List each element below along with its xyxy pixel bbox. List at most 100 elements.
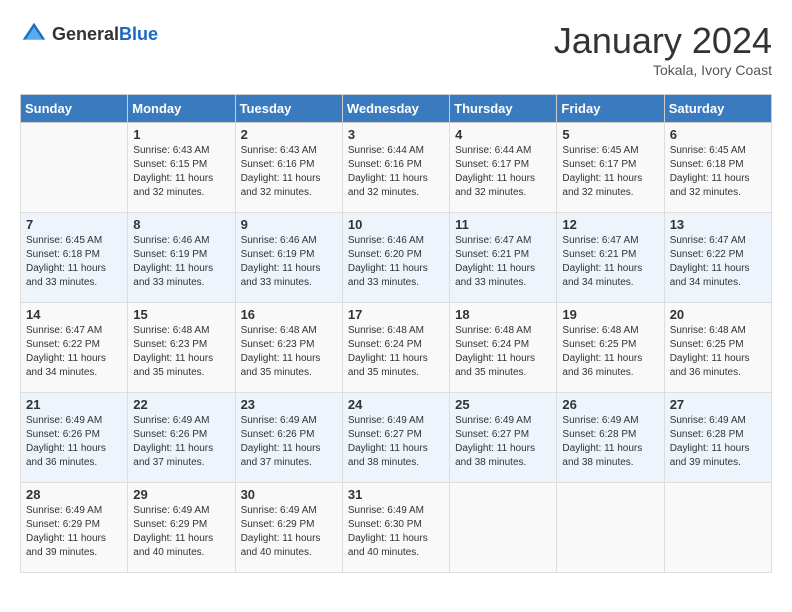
- calendar-cell: 23Sunrise: 6:49 AMSunset: 6:26 PMDayligh…: [235, 393, 342, 483]
- calendar-cell: 3Sunrise: 6:44 AMSunset: 6:16 PMDaylight…: [342, 123, 449, 213]
- calendar-cell: [557, 483, 664, 573]
- day-info: Sunrise: 6:48 AMSunset: 6:25 PMDaylight:…: [562, 324, 658, 380]
- calendar-cell: 14 Sunrise: 6:47 AMSunset: 6:22 PMDayligh…: [21, 303, 128, 393]
- day-number: 31: [348, 487, 444, 502]
- logo-icon: [20, 20, 48, 48]
- day-number: 26: [562, 397, 658, 412]
- calendar-cell: 10 Sunrise: 6:46 AMSunset: 6:20 PMDayligh…: [342, 213, 449, 303]
- day-info: Sunrise: 6:47 AMSunset: 6:21 PMDaylight:…: [562, 234, 658, 290]
- day-info: Sunrise: 6:49 AMSunset: 6:29 PMDaylight:…: [241, 504, 337, 560]
- header-day-sunday: Sunday: [21, 95, 128, 123]
- day-number: 25: [455, 397, 551, 412]
- day-info: Sunrise: 6:45 AMSunset: 6:17 PMDaylight:…: [562, 144, 658, 200]
- day-info: Sunrise: 6:46 AMSunset: 6:20 PMDaylight:…: [348, 234, 444, 290]
- calendar-cell: [664, 483, 771, 573]
- month-title: January 2024: [554, 20, 772, 62]
- calendar-cell: 11 Sunrise: 6:47 AMSunset: 6:21 PMDayligh…: [450, 213, 557, 303]
- calendar-week-3: 14 Sunrise: 6:47 AMSunset: 6:22 PMDayligh…: [21, 303, 772, 393]
- day-info: Sunrise: 6:49 AMSunset: 6:26 PMDaylight:…: [241, 414, 337, 470]
- calendar-cell: 16 Sunrise: 6:48 AMSunset: 6:23 PMDayligh…: [235, 303, 342, 393]
- location-subtitle: Tokala, Ivory Coast: [554, 62, 772, 78]
- day-number: 12: [562, 217, 658, 232]
- day-info: Sunrise: 6:49 AMSunset: 6:30 PMDaylight:…: [348, 504, 444, 560]
- day-info: Sunrise: 6:48 AMSunset: 6:23 PMDaylight:…: [241, 324, 337, 380]
- day-number: 19: [562, 307, 658, 322]
- calendar-week-1: 1 Sunrise: 6:43 AMSunset: 6:15 PMDaylight…: [21, 123, 772, 213]
- calendar-cell: 7 Sunrise: 6:45 AMSunset: 6:18 PMDaylight…: [21, 213, 128, 303]
- day-info: Sunrise: 6:44 AMSunset: 6:17 PMDaylight:…: [455, 144, 551, 200]
- calendar-week-2: 7 Sunrise: 6:45 AMSunset: 6:18 PMDaylight…: [21, 213, 772, 303]
- day-number: 1: [133, 127, 229, 142]
- day-number: 11: [455, 217, 551, 232]
- day-number: 7: [26, 217, 122, 232]
- day-info: Sunrise: 6:47 AMSunset: 6:21 PMDaylight:…: [455, 234, 551, 290]
- header-day-tuesday: Tuesday: [235, 95, 342, 123]
- day-info: Sunrise: 6:49 AMSunset: 6:28 PMDaylight:…: [562, 414, 658, 470]
- calendar-cell: 1 Sunrise: 6:43 AMSunset: 6:15 PMDaylight…: [128, 123, 235, 213]
- calendar-cell: 26 Sunrise: 6:49 AMSunset: 6:28 PMDayligh…: [557, 393, 664, 483]
- calendar-cell: 4 Sunrise: 6:44 AMSunset: 6:17 PMDaylight…: [450, 123, 557, 213]
- day-info: Sunrise: 6:45 AMSunset: 6:18 PMDaylight:…: [26, 234, 122, 290]
- day-number: 8: [133, 217, 229, 232]
- calendar-cell: 20 Sunrise: 6:48 AMSunset: 6:25 PMDayligh…: [664, 303, 771, 393]
- day-number: 10: [348, 217, 444, 232]
- calendar-cell: 8 Sunrise: 6:46 AMSunset: 6:19 PMDaylight…: [128, 213, 235, 303]
- calendar-cell: 27 Sunrise: 6:49 AMSunset: 6:28 PMDayligh…: [664, 393, 771, 483]
- day-number: 30: [241, 487, 337, 502]
- day-number: 4: [455, 127, 551, 142]
- day-number: 14: [26, 307, 122, 322]
- calendar-week-5: 28Sunrise: 6:49 AMSunset: 6:29 PMDayligh…: [21, 483, 772, 573]
- day-info: Sunrise: 6:49 AMSunset: 6:27 PMDaylight:…: [348, 414, 444, 470]
- day-number: 9: [241, 217, 337, 232]
- calendar-cell: 9 Sunrise: 6:46 AMSunset: 6:19 PMDaylight…: [235, 213, 342, 303]
- day-number: 13: [670, 217, 766, 232]
- day-info: Sunrise: 6:47 AMSunset: 6:22 PMDaylight:…: [26, 324, 122, 380]
- day-info: Sunrise: 6:49 AMSunset: 6:29 PMDaylight:…: [26, 504, 122, 560]
- day-number: 18: [455, 307, 551, 322]
- day-info: Sunrise: 6:47 AMSunset: 6:22 PMDaylight:…: [670, 234, 766, 290]
- calendar-cell: 18 Sunrise: 6:48 AMSunset: 6:24 PMDayligh…: [450, 303, 557, 393]
- day-number: 20: [670, 307, 766, 322]
- day-info: Sunrise: 6:45 AMSunset: 6:18 PMDaylight:…: [670, 144, 766, 200]
- calendar-cell: 2 Sunrise: 6:43 AMSunset: 6:16 PMDaylight…: [235, 123, 342, 213]
- day-info: Sunrise: 6:46 AMSunset: 6:19 PMDaylight:…: [133, 234, 229, 290]
- calendar-body: 1 Sunrise: 6:43 AMSunset: 6:15 PMDaylight…: [21, 123, 772, 573]
- header-day-saturday: Saturday: [664, 95, 771, 123]
- day-number: 24: [348, 397, 444, 412]
- calendar-table: SundayMondayTuesdayWednesdayThursdayFrid…: [20, 94, 772, 573]
- day-number: 21: [26, 397, 122, 412]
- day-info: Sunrise: 6:49 AMSunset: 6:29 PMDaylight:…: [133, 504, 229, 560]
- day-number: 29: [133, 487, 229, 502]
- day-number: 16: [241, 307, 337, 322]
- calendar-cell: [450, 483, 557, 573]
- calendar-cell: 29 Sunrise: 6:49 AMSunset: 6:29 PMDayligh…: [128, 483, 235, 573]
- logo: GeneralBlue: [20, 20, 158, 48]
- day-info: Sunrise: 6:49 AMSunset: 6:28 PMDaylight:…: [670, 414, 766, 470]
- logo-text-blue: Blue: [119, 24, 158, 44]
- day-number: 17: [348, 307, 444, 322]
- day-number: 27: [670, 397, 766, 412]
- calendar-cell: 21 Sunrise: 6:49 AMSunset: 6:26 PMDayligh…: [21, 393, 128, 483]
- day-info: Sunrise: 6:48 AMSunset: 6:24 PMDaylight:…: [455, 324, 551, 380]
- header-day-friday: Friday: [557, 95, 664, 123]
- calendar-cell: 6 Sunrise: 6:45 AMSunset: 6:18 PMDaylight…: [664, 123, 771, 213]
- calendar-cell: 17Sunrise: 6:48 AMSunset: 6:24 PMDayligh…: [342, 303, 449, 393]
- day-info: Sunrise: 6:44 AMSunset: 6:16 PMDaylight:…: [348, 144, 444, 200]
- header-day-thursday: Thursday: [450, 95, 557, 123]
- day-info: Sunrise: 6:48 AMSunset: 6:25 PMDaylight:…: [670, 324, 766, 380]
- day-info: Sunrise: 6:43 AMSunset: 6:15 PMDaylight:…: [133, 144, 229, 200]
- day-info: Sunrise: 6:49 AMSunset: 6:26 PMDaylight:…: [26, 414, 122, 470]
- calendar-cell: 22Sunrise: 6:49 AMSunset: 6:26 PMDayligh…: [128, 393, 235, 483]
- header-day-wednesday: Wednesday: [342, 95, 449, 123]
- day-info: Sunrise: 6:49 AMSunset: 6:26 PMDaylight:…: [133, 414, 229, 470]
- calendar-cell: 13 Sunrise: 6:47 AMSunset: 6:22 PMDayligh…: [664, 213, 771, 303]
- day-number: 6: [670, 127, 766, 142]
- calendar-cell: 24 Sunrise: 6:49 AMSunset: 6:27 PMDayligh…: [342, 393, 449, 483]
- header-row: SundayMondayTuesdayWednesdayThursdayFrid…: [21, 95, 772, 123]
- day-info: Sunrise: 6:46 AMSunset: 6:19 PMDaylight:…: [241, 234, 337, 290]
- day-number: 2: [241, 127, 337, 142]
- day-info: Sunrise: 6:43 AMSunset: 6:16 PMDaylight:…: [241, 144, 337, 200]
- calendar-cell: 28Sunrise: 6:49 AMSunset: 6:29 PMDayligh…: [21, 483, 128, 573]
- calendar-cell: 15Sunrise: 6:48 AMSunset: 6:23 PMDayligh…: [128, 303, 235, 393]
- calendar-cell: 12 Sunrise: 6:47 AMSunset: 6:21 PMDayligh…: [557, 213, 664, 303]
